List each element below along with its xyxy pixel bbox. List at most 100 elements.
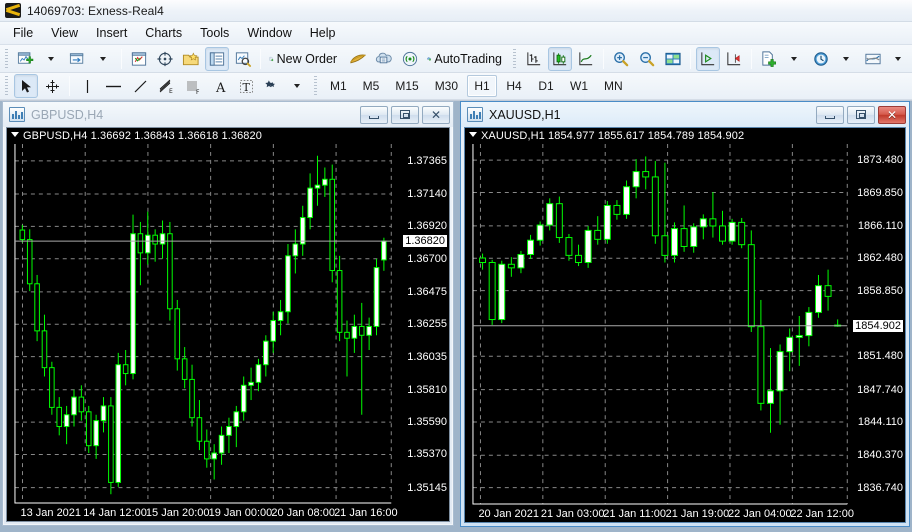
templates-button[interactable] xyxy=(757,47,781,71)
timeframe-mn[interactable]: MN xyxy=(597,75,630,97)
menu-help[interactable]: Help xyxy=(301,22,345,44)
fibonacci-button[interactable]: E xyxy=(154,74,179,98)
close-button[interactable]: ✕ xyxy=(422,106,450,124)
text-label-icon: T xyxy=(238,78,255,95)
close-icon: ✕ xyxy=(431,109,441,121)
tile-windows-icon xyxy=(664,50,682,68)
indicators-button[interactable] xyxy=(861,47,885,71)
metaeditor-button[interactable] xyxy=(346,47,370,71)
chart-window-gbpusd-h4[interactable]: GBPUSD,H4 ✕ GBPUSD,H4 1.36692 1.36843 1.… xyxy=(2,101,454,526)
collapse-arrow-icon[interactable] xyxy=(469,132,477,137)
templates-dropdown[interactable] xyxy=(783,47,807,71)
timeframe-m1[interactable]: M1 xyxy=(323,75,354,97)
profiles-dropdown[interactable] xyxy=(92,47,116,71)
periodicity-button[interactable] xyxy=(809,47,833,71)
svg-text:A: A xyxy=(215,81,226,95)
horizontal-line-button[interactable] xyxy=(101,74,126,98)
fibonacci-icon: E xyxy=(157,78,176,95)
menu-charts[interactable]: Charts xyxy=(136,22,191,44)
terminal-icon xyxy=(208,50,226,68)
close-button[interactable]: ✕ xyxy=(878,106,906,124)
terminal-button[interactable] xyxy=(205,47,229,71)
strategy-tester-icon xyxy=(234,50,252,68)
trendline-button[interactable] xyxy=(128,74,152,98)
profiles-button[interactable] xyxy=(66,47,90,71)
data-window-button[interactable] xyxy=(153,47,177,71)
chart-shift-button[interactable] xyxy=(722,47,746,71)
indicators-dropdown[interactable] xyxy=(887,47,911,71)
new-order-button[interactable]: New Order xyxy=(266,47,344,71)
mql5-community-button[interactable] xyxy=(372,47,396,71)
chart-canvas-gbpusd[interactable]: GBPUSD,H4 1.36692 1.36843 1.36618 1.3682… xyxy=(6,127,450,522)
minimize-button[interactable] xyxy=(816,106,844,124)
collapse-arrow-icon[interactable] xyxy=(11,132,19,137)
profiles-icon xyxy=(69,50,87,68)
chevron-down-icon xyxy=(895,57,901,61)
timeframe-m15[interactable]: M15 xyxy=(388,75,425,97)
menu-view[interactable]: View xyxy=(42,22,87,44)
maximize-button[interactable] xyxy=(391,106,419,124)
menu-file[interactable]: File xyxy=(4,22,42,44)
maximize-icon xyxy=(400,110,410,119)
line-chart-button[interactable] xyxy=(574,47,598,71)
navigator-button[interactable] xyxy=(179,47,203,71)
timeframe-h4[interactable]: H4 xyxy=(499,75,529,97)
chart-plot-xauusd xyxy=(465,128,905,522)
toolbar-separator xyxy=(603,49,604,69)
chart-workspace: GBPUSD,H4 ✕ GBPUSD,H4 1.36692 1.36843 1.… xyxy=(0,100,912,532)
maximize-button[interactable] xyxy=(847,106,875,124)
title-bar: 14069703: Exness-Real4 xyxy=(0,0,912,22)
timeframe-d1[interactable]: D1 xyxy=(531,75,561,97)
toolbar-grip[interactable] xyxy=(3,49,10,69)
zoom-out-button[interactable] xyxy=(635,47,659,71)
navigator-icon xyxy=(182,50,200,68)
channel-button[interactable]: F xyxy=(181,74,206,98)
menu-window[interactable]: Window xyxy=(238,22,300,44)
autotrading-button[interactable]: AutoTrading xyxy=(424,47,509,71)
vertical-line-button[interactable] xyxy=(75,74,99,98)
shapes-dropdown[interactable] xyxy=(286,74,310,98)
maximize-icon xyxy=(856,110,866,119)
text-button[interactable]: A xyxy=(208,74,232,98)
tile-windows-button[interactable] xyxy=(661,47,685,71)
candlestick-chart-button[interactable] xyxy=(548,47,572,71)
chevron-down-icon xyxy=(100,57,106,61)
timeframe-m5[interactable]: M5 xyxy=(356,75,387,97)
menu-insert[interactable]: Insert xyxy=(87,22,136,44)
periodicity-dropdown[interactable] xyxy=(835,47,859,71)
chart-window-controls: ✕ xyxy=(816,106,906,124)
new-order-label: New Order xyxy=(274,52,341,66)
toolbar-grip[interactable] xyxy=(312,76,319,96)
svg-text:E: E xyxy=(169,88,173,95)
horizontal-line-icon xyxy=(104,78,123,95)
signals-button[interactable] xyxy=(398,47,422,71)
cursor-button[interactable] xyxy=(14,74,38,98)
bar-chart-icon xyxy=(525,50,543,68)
market-watch-button[interactable] xyxy=(127,47,151,71)
crosshair-button[interactable] xyxy=(40,74,64,98)
chart-window-titlebar: XAUUSD,H1 ✕ xyxy=(461,102,909,127)
chart-canvas-xauusd[interactable]: XAUUSD,H1 1854.977 1855.617 1854.789 185… xyxy=(464,127,906,523)
toolbar-grip[interactable] xyxy=(3,76,10,96)
zoom-in-button[interactable] xyxy=(609,47,633,71)
timeframe-h1[interactable]: H1 xyxy=(467,75,497,97)
toolbar-separator xyxy=(260,49,261,69)
bar-chart-button[interactable] xyxy=(522,47,546,71)
new-chart-dropdown[interactable] xyxy=(40,47,64,71)
new-chart-button[interactable] xyxy=(14,47,38,71)
data-window-icon xyxy=(156,50,174,68)
auto-scroll-button[interactable] xyxy=(696,47,720,71)
text-label-button[interactable]: T xyxy=(234,74,258,98)
chart-window-xauusd-h1[interactable]: XAUUSD,H1 ✕ XAUUSD,H1 1854.977 1855.617 … xyxy=(460,101,910,527)
text-icon: A xyxy=(212,78,229,95)
auto-scroll-icon xyxy=(699,50,717,68)
chart-window-controls: ✕ xyxy=(360,106,450,124)
minimize-button[interactable] xyxy=(360,106,388,124)
timeframe-w1[interactable]: W1 xyxy=(563,75,595,97)
menu-tools[interactable]: Tools xyxy=(191,22,238,44)
toolbar-grip[interactable] xyxy=(511,49,518,69)
timeframe-m30[interactable]: M30 xyxy=(428,75,465,97)
minimize-icon xyxy=(825,116,835,119)
strategy-tester-button[interactable] xyxy=(231,47,255,71)
shapes-button[interactable] xyxy=(260,74,284,98)
